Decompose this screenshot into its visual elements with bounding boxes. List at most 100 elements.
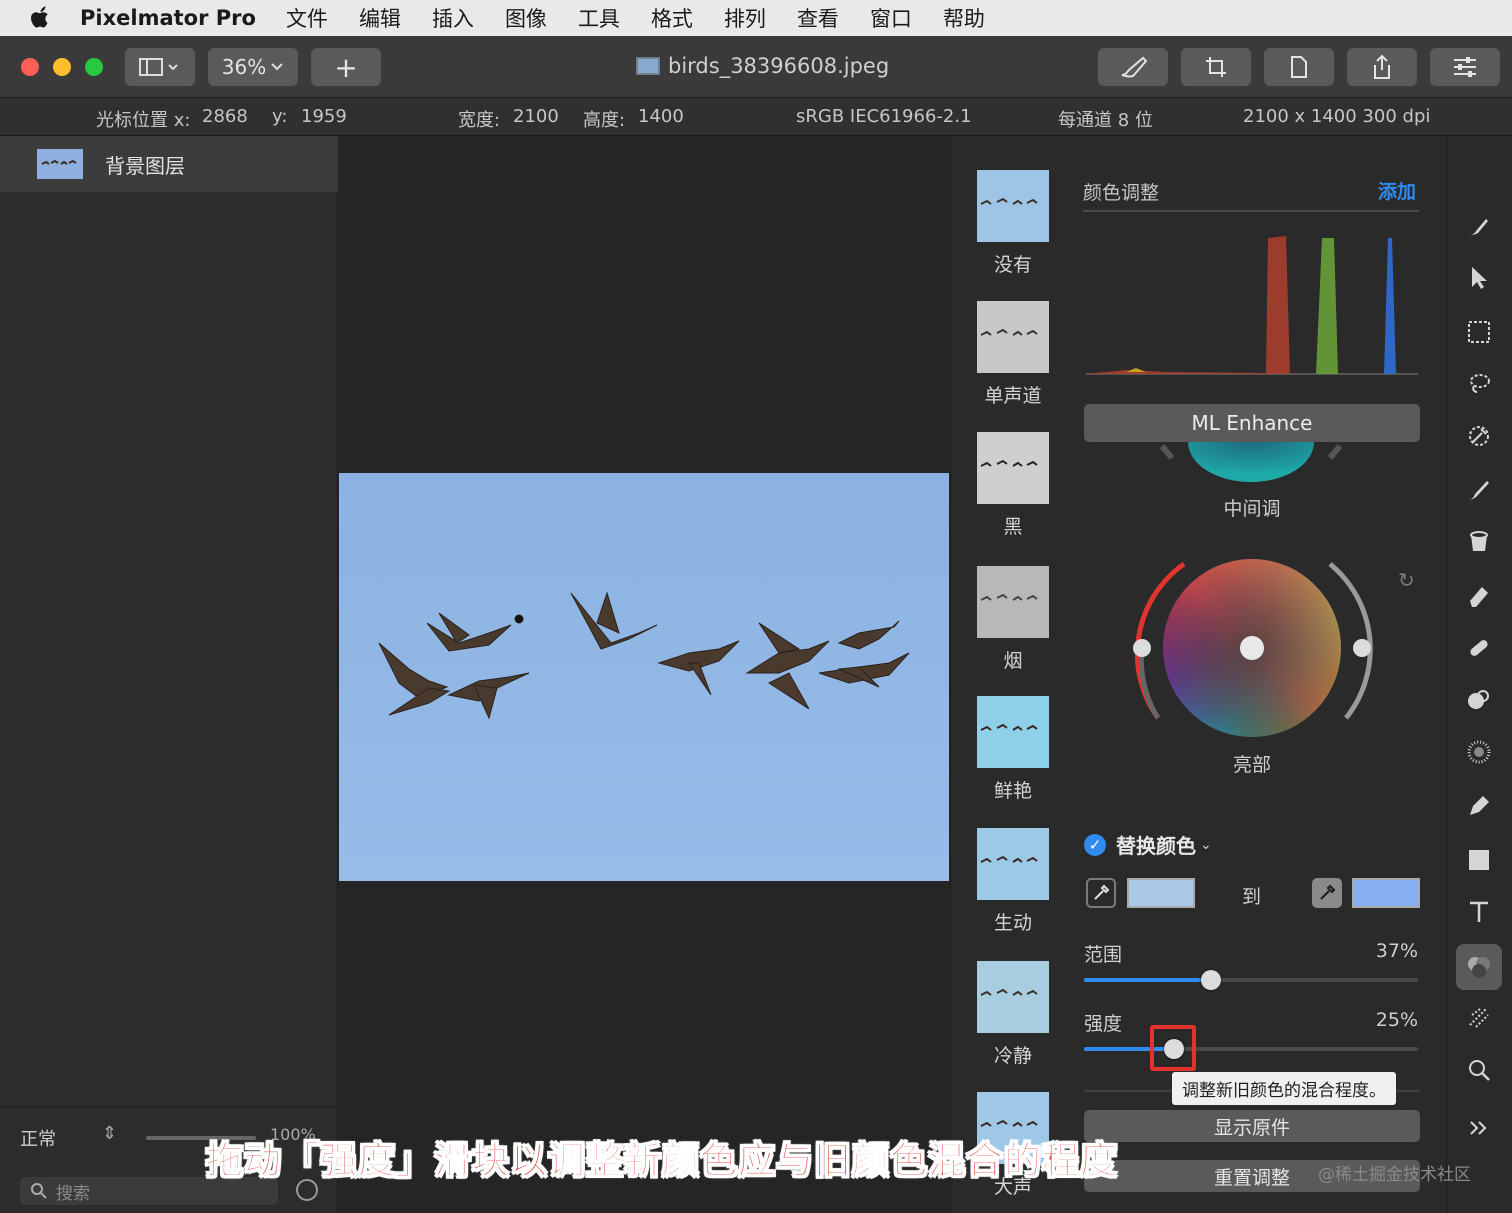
lasso-icon[interactable]	[1459, 364, 1499, 404]
highlights-wheel[interactable]	[1124, 548, 1380, 764]
sidebar-toggle-button[interactable]	[125, 48, 195, 86]
minimize-window-button[interactable]	[53, 58, 71, 76]
preset-label: 生动	[993, 912, 1032, 934]
from-color-swatch[interactable]	[1127, 878, 1195, 908]
crop-icon	[1206, 57, 1226, 77]
chevron-down-icon: ⌄	[1200, 836, 1212, 853]
share-button[interactable]	[1347, 48, 1417, 86]
checkmark-icon[interactable]: ✓	[1084, 833, 1106, 856]
updown-chevron-icon: ⇕	[102, 1123, 118, 1144]
menu-file[interactable]: 文件	[286, 3, 328, 33]
preset-calm[interactable]: 冷静	[977, 961, 1049, 1068]
more-icon[interactable]	[1459, 1108, 1499, 1148]
to-eyedropper-icon[interactable]	[1312, 878, 1342, 908]
range-slider-knob[interactable]	[1200, 970, 1221, 990]
zoom-window-button[interactable]	[85, 58, 103, 76]
apple-menu[interactable]	[0, 6, 80, 30]
bucket-icon[interactable]	[1459, 522, 1499, 562]
strength-slider[interactable]	[1084, 1039, 1418, 1059]
divider	[1083, 210, 1419, 212]
preset-label: 鲜艳	[993, 780, 1032, 802]
strength-label: 强度	[1084, 1013, 1123, 1035]
from-eyedropper-icon[interactable]	[1086, 878, 1116, 908]
preset-thumbnail	[977, 566, 1049, 638]
preset-thumbnail	[977, 828, 1049, 900]
height-value: 1400	[638, 106, 684, 127]
canvas-area[interactable]	[339, 136, 949, 1213]
color-picker-icon[interactable]	[1459, 416, 1499, 456]
document-image[interactable]	[339, 473, 949, 881]
apple-icon	[31, 6, 48, 28]
midtones-label: 中间调	[1223, 498, 1281, 520]
preset-none[interactable]: 没有	[977, 170, 1049, 277]
pen-icon[interactable]	[1459, 786, 1499, 826]
eraser-icon[interactable]	[1459, 576, 1499, 616]
menu-image[interactable]: 图像	[505, 3, 547, 33]
show-original-button[interactable]: 显示原件	[1084, 1110, 1420, 1142]
preset-smoke[interactable]: 烟	[977, 566, 1049, 673]
menu-window[interactable]: 窗口	[870, 3, 912, 33]
document-button[interactable]	[1264, 48, 1334, 86]
preset-label: 烟	[1003, 650, 1023, 672]
preset-lively[interactable]: 生动	[977, 828, 1049, 935]
zoom-value: 36%	[221, 55, 267, 79]
replace-color-title: 替换颜色	[1116, 834, 1196, 858]
menu-help[interactable]: 帮助	[943, 3, 985, 33]
shape-icon[interactable]	[1459, 840, 1499, 880]
preset-vivid[interactable]: 鲜艳	[977, 696, 1049, 803]
panel-title: 颜色调整	[1083, 182, 1160, 204]
preset-black[interactable]: 黑	[977, 432, 1049, 539]
document-title: birds_38396608.jpeg	[636, 54, 889, 78]
menu-tools[interactable]: 工具	[578, 3, 620, 33]
color-adjust-icon[interactable]	[1456, 944, 1502, 990]
width-label: 宽度:	[458, 110, 501, 131]
highlight-box	[1150, 1025, 1196, 1071]
blend-mode-select[interactable]: 正常	[20, 1125, 56, 1151]
add-button[interactable]: +	[311, 48, 381, 86]
replace-color-header[interactable]: ✓ 替换颜色 ⌄	[1084, 830, 1212, 859]
adjustment-presets: 没有 单声道 黑 烟 鲜艳 生动 冷静 大声	[950, 136, 1074, 1213]
ml-enhance-button[interactable]: ML Enhance	[1084, 404, 1420, 442]
bit-depth: 每通道 8 位	[1058, 110, 1153, 131]
selection-icon[interactable]	[1459, 312, 1499, 352]
width-value: 2100	[513, 106, 559, 127]
menu-arrange[interactable]: 排列	[724, 3, 766, 33]
brush-tool-button[interactable]	[1098, 48, 1168, 86]
menu-view[interactable]: 查看	[797, 3, 839, 33]
text-icon[interactable]	[1459, 892, 1499, 932]
retouch-icon[interactable]	[1459, 628, 1499, 668]
menu-edit[interactable]: 编辑	[359, 3, 401, 33]
blur-icon[interactable]	[1459, 732, 1499, 772]
effects-icon[interactable]	[1459, 998, 1499, 1038]
paint-icon[interactable]	[1459, 470, 1499, 510]
layer-item[interactable]: 背景图层	[0, 136, 338, 192]
preset-label: 没有	[993, 254, 1032, 276]
menu-format[interactable]: 格式	[651, 3, 693, 33]
clone-icon[interactable]	[1459, 680, 1499, 720]
cursor-x-label: 光标位置 x:	[96, 110, 191, 131]
to-color-swatch[interactable]	[1352, 878, 1420, 908]
image-dimensions: 2100 x 1400 300 dpi	[1243, 106, 1431, 127]
instruction-caption: 拖动「强度」滑块以调整新颜色应与旧颜色混合的程度	[206, 1139, 1118, 1183]
preset-thumbnail	[977, 961, 1049, 1033]
range-slider[interactable]	[1084, 970, 1418, 990]
midtones-wheel[interactable]	[1158, 442, 1344, 482]
search-icon	[31, 1183, 47, 1199]
preset-label: 黑	[1003, 516, 1023, 538]
menu-insert[interactable]: 插入	[432, 3, 474, 33]
close-window-button[interactable]	[21, 58, 39, 76]
brush-icon[interactable]	[1459, 206, 1499, 246]
document-icon	[1291, 56, 1307, 78]
preset-mono[interactable]: 单声道	[977, 301, 1049, 408]
zoom-icon[interactable]	[1459, 1050, 1499, 1090]
range-label: 范围	[1084, 944, 1123, 966]
add-adjustment-button[interactable]: 添加	[1378, 177, 1416, 204]
reset-icon[interactable]: ↻	[1398, 568, 1415, 592]
app-menu[interactable]: Pixelmator Pro	[80, 6, 256, 30]
arrow-icon[interactable]	[1459, 258, 1499, 298]
range-value: 37%	[1375, 940, 1418, 962]
adjustments-button[interactable]	[1430, 48, 1500, 86]
brush-icon	[1121, 56, 1148, 78]
crop-button[interactable]	[1181, 48, 1251, 86]
zoom-dropdown[interactable]: 36%	[208, 48, 298, 86]
